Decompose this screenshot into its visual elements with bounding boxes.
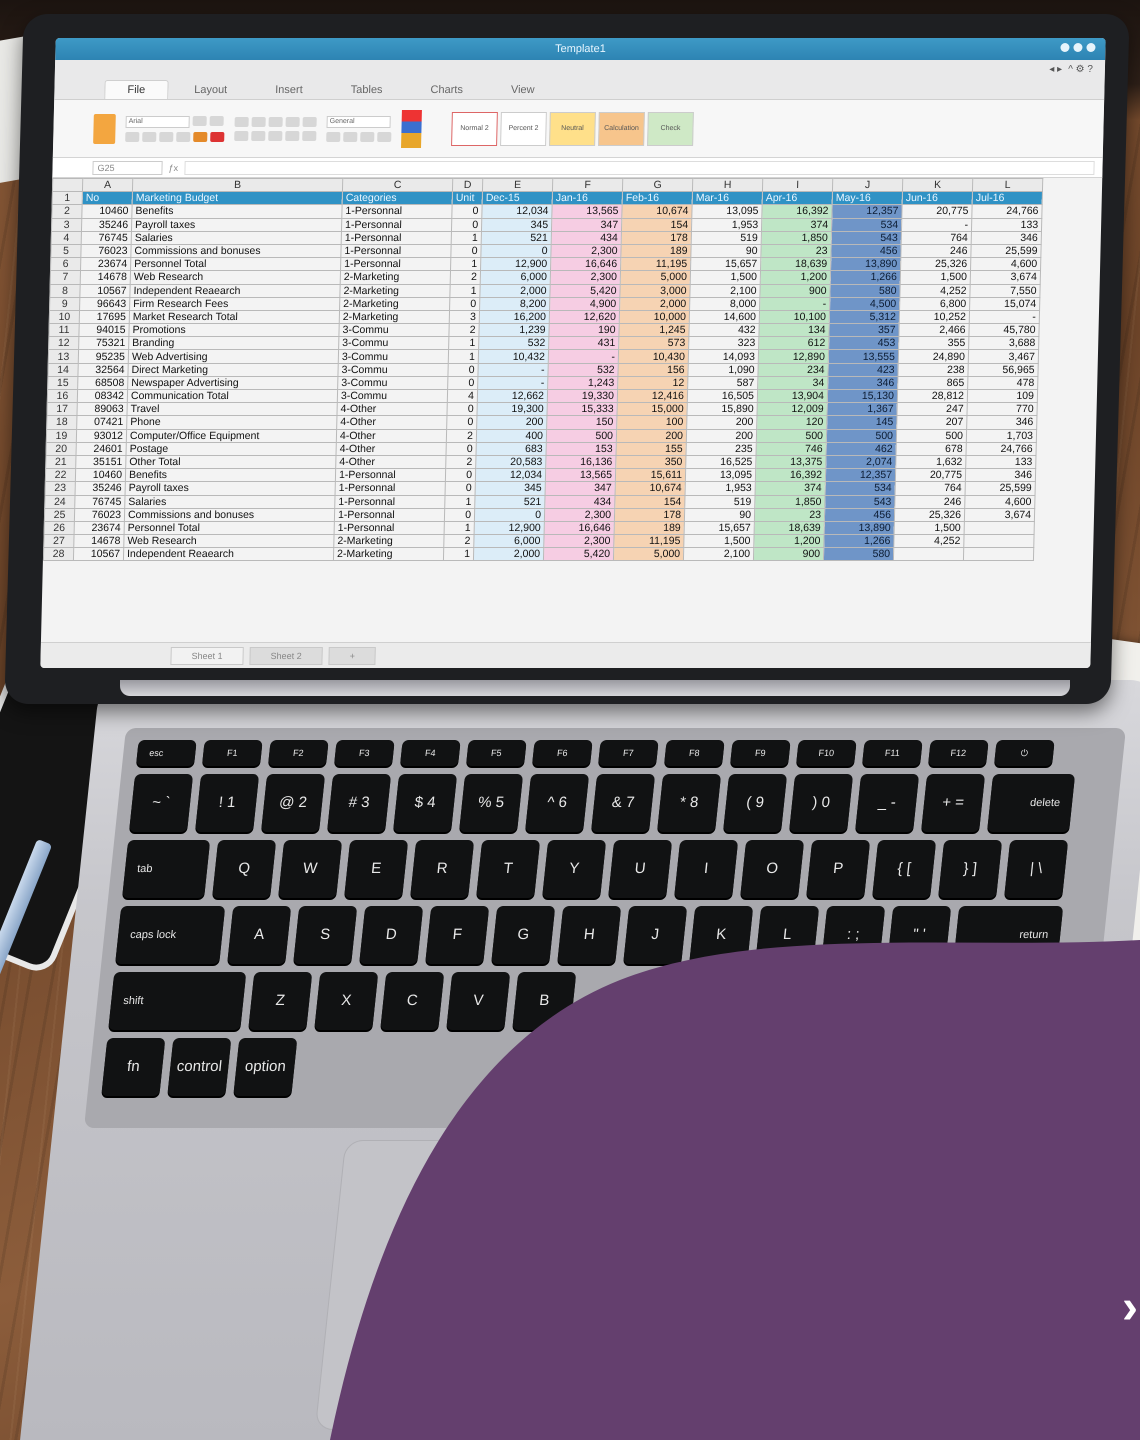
purple-blob-overlay <box>330 940 1140 1440</box>
close-icon-overlay[interactable]: › <box>1122 1280 1138 1335</box>
